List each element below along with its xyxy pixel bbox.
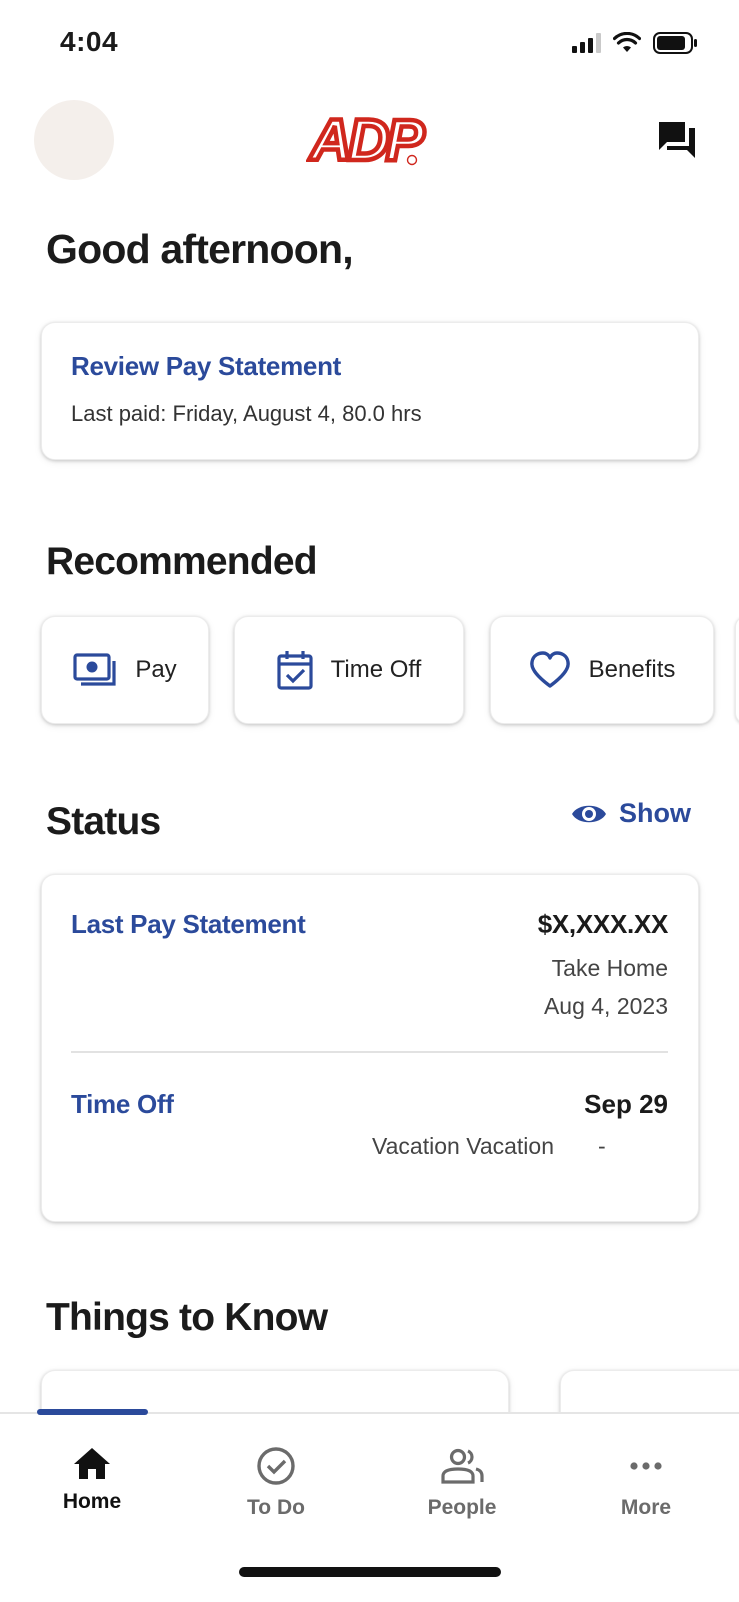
avatar[interactable] — [34, 100, 114, 180]
recommended-title: Recommended — [46, 540, 318, 583]
review-card-title[interactable]: Review Pay Statement — [71, 351, 341, 382]
last-pay-statement-link[interactable]: Last Pay Statement — [71, 909, 306, 940]
show-button[interactable]: Show — [571, 798, 691, 829]
eye-icon — [572, 805, 606, 822]
pay-amount: $X,XXX.XX — [537, 909, 669, 939]
check-circle-icon — [257, 1447, 295, 1485]
recommended-benefits-button[interactable]: Benefits — [490, 616, 714, 724]
calendar-check-icon — [277, 651, 313, 690]
cellular-signal-icon — [572, 33, 601, 53]
greeting: Good afternoon, — [46, 226, 354, 272]
more-dots-icon — [630, 1462, 662, 1470]
money-icon — [73, 653, 116, 686]
pay-amount-label: Take Home — [551, 955, 668, 981]
nav-to-do-label: To Do — [247, 1496, 305, 1519]
divider — [71, 1051, 668, 1053]
active-tab-indicator — [37, 1409, 148, 1415]
people-icon — [441, 1448, 484, 1484]
home-indicator — [239, 1567, 501, 1577]
review-pay-statement-card[interactable]: Review Pay Statement Last paid: Friday, … — [41, 322, 699, 460]
recommended-benefits-label: Benefits — [588, 656, 676, 683]
nav-people[interactable]: People — [392, 1446, 532, 1520]
wifi-icon — [613, 32, 641, 52]
nav-to-do[interactable]: To Do — [206, 1446, 346, 1520]
status-card: Last Pay Statement $X,XXX.XX Take Home A… — [41, 874, 699, 1222]
status-title: Status — [46, 800, 161, 843]
recommended-pay-button[interactable]: Pay — [41, 616, 209, 724]
time-off-dash: - — [598, 1133, 606, 1159]
nav-more-label: More — [620, 1496, 672, 1519]
nav-home[interactable]: Home — [22, 1446, 162, 1514]
adp-logo: ADP — [306, 106, 434, 177]
review-card-subtitle: Last paid: Friday, August 4, 80.0 hrs — [71, 401, 422, 426]
status-icons — [572, 32, 699, 54]
recommended-next-card[interactable] — [735, 616, 739, 724]
show-label: Show — [619, 798, 691, 828]
chat-icon[interactable] — [655, 118, 699, 165]
home-icon — [74, 1448, 110, 1479]
things-to-know-title: Things to Know — [46, 1296, 328, 1339]
nav-home-label: Home — [62, 1490, 122, 1513]
recommended-pay-label: Pay — [135, 656, 177, 683]
recommended-time-off-button[interactable]: Time Off — [234, 616, 464, 724]
battery-icon — [653, 32, 697, 54]
time-off-link[interactable]: Time Off — [71, 1089, 174, 1120]
nav-more[interactable]: More — [576, 1446, 716, 1520]
recommended-time-off-label: Time Off — [330, 656, 422, 683]
heart-icon — [529, 651, 570, 688]
pay-date: Aug 4, 2023 — [543, 993, 668, 1019]
time-off-type: Vacation Vacation — [372, 1133, 554, 1159]
time-off-date: Sep 29 — [584, 1089, 668, 1119]
status-time: 4:04 — [60, 26, 119, 57]
nav-people-label: People — [427, 1496, 497, 1519]
logo-text: ADP — [308, 108, 425, 172]
